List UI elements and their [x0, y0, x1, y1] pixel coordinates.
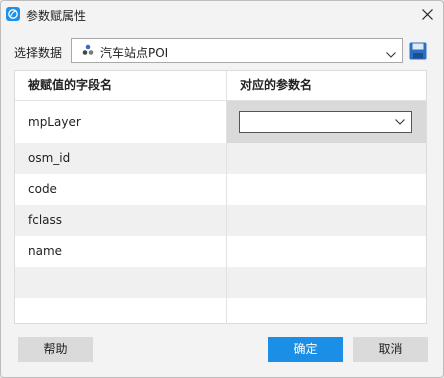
table-row[interactable]: [15, 298, 426, 323]
field-name-cell: fclass: [15, 205, 226, 236]
column-divider: [226, 71, 227, 323]
column-header-param: 对应的参数名: [240, 78, 313, 92]
param-cell[interactable]: [227, 267, 426, 298]
select-data-label: 选择数据: [14, 46, 63, 60]
cancel-button[interactable]: 取消: [353, 337, 428, 362]
help-button[interactable]: 帮助: [18, 337, 93, 362]
close-button[interactable]: [411, 1, 443, 29]
table-row[interactable]: fclass: [15, 205, 426, 236]
param-name-dropdown[interactable]: [239, 111, 412, 133]
chevron-down-icon: [386, 47, 396, 61]
table-row[interactable]: [15, 267, 426, 298]
table-row[interactable]: osm_id: [15, 143, 426, 174]
table-row[interactable]: mpLayer: [15, 101, 426, 143]
title-bar: 参数赋属性: [1, 1, 443, 29]
field-name-cell: osm_id: [15, 143, 226, 174]
save-icon[interactable]: [409, 41, 427, 61]
field-name-cell: code: [28, 182, 57, 196]
param-cell[interactable]: [227, 298, 426, 323]
window-title: 参数赋属性: [26, 9, 87, 23]
param-cell[interactable]: [227, 174, 426, 205]
field-name-cell: [15, 298, 226, 323]
param-cell[interactable]: [227, 236, 426, 267]
param-cell[interactable]: [227, 101, 426, 143]
table-header: 被赋值的字段名 对应的参数名: [15, 71, 426, 101]
field-name-cell: mpLayer: [28, 115, 81, 129]
ok-button[interactable]: 确定: [268, 337, 343, 362]
field-parameter-table: 被赋值的字段名 对应的参数名 mpLayer osm_id code fclas…: [14, 70, 427, 324]
param-cell[interactable]: [227, 143, 426, 174]
table-row[interactable]: code: [15, 174, 426, 205]
chevron-down-icon: [395, 119, 405, 125]
dataset-combobox[interactable]: 汽车站点POI: [71, 38, 403, 63]
dataset-selected-value: 汽车站点POI: [100, 46, 169, 60]
column-header-field: 被赋值的字段名: [28, 78, 113, 92]
point-layer-icon: [82, 44, 94, 59]
field-name-cell: name: [28, 244, 63, 258]
param-cell[interactable]: [227, 205, 426, 236]
table-row[interactable]: name: [15, 236, 426, 267]
close-icon: [422, 9, 433, 20]
field-name-cell: [15, 267, 226, 298]
dialog-window: 参数赋属性 选择数据 汽车站点POI 被赋值的字段名 对应的参数名 mpLaye…: [0, 0, 444, 378]
app-icon: [6, 7, 20, 21]
